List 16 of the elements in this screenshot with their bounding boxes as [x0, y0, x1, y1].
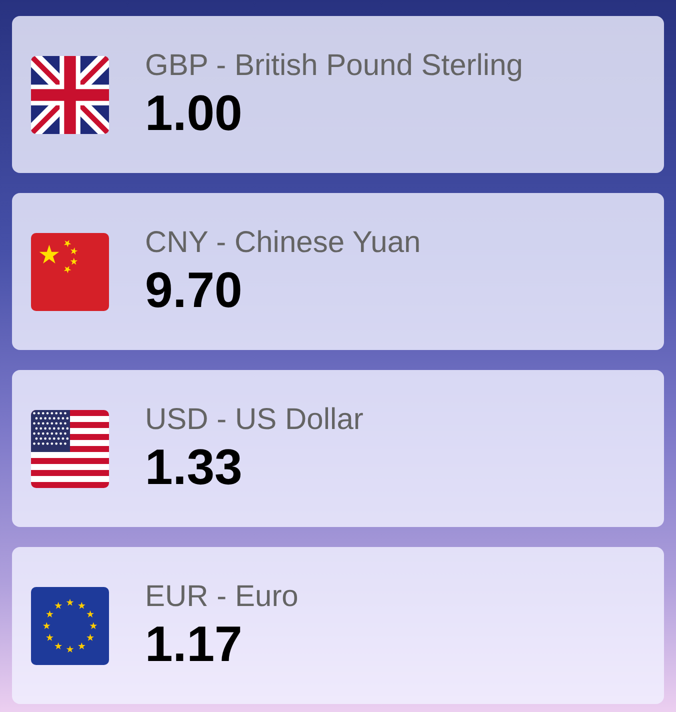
exchange-rate: 9.70	[145, 264, 244, 317]
currency-card[interactable]: CNY - Chinese Yuan 9.70	[12, 193, 664, 350]
currency-name: GBP - British Pound Sterling	[145, 49, 523, 84]
flag-icon	[31, 232, 109, 310]
exchange-rate: 1.17	[145, 618, 244, 671]
currency-card[interactable]: EUR - Euro 1.17	[12, 547, 664, 704]
currency-name: EUR - Euro	[145, 580, 298, 614]
currency-card[interactable]: GBP - British Pound Sterling 1.00	[12, 16, 664, 173]
currency-name: USD - US Dollar	[145, 403, 364, 438]
flag-icon	[31, 410, 109, 488]
exchange-rate: 1.33	[145, 441, 244, 494]
currency-name: CNY - Chinese Yuan	[145, 226, 421, 260]
flag-icon	[31, 586, 109, 664]
exchange-rate: 1.00	[145, 87, 244, 140]
flag-icon	[31, 56, 109, 134]
currency-card[interactable]: USD - US Dollar 1.33	[12, 370, 664, 527]
